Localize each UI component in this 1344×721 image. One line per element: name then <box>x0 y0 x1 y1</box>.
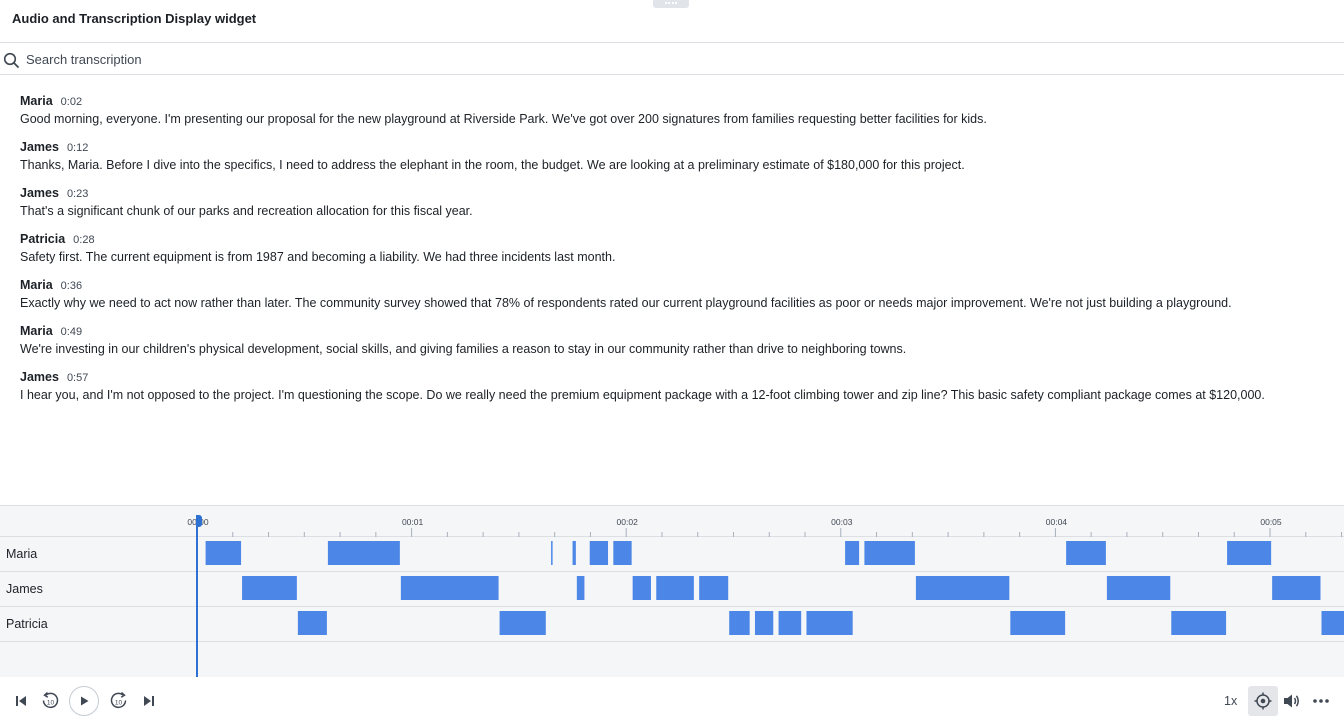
speaker-name: Maria <box>20 278 53 292</box>
playhead-handle[interactable] <box>196 515 202 527</box>
transcript-entry[interactable]: Maria 0:36 Exactly why we need to act now… <box>0 276 1344 312</box>
rewind-10-icon: 10 <box>42 691 59 709</box>
transcript-entry[interactable]: James 0:12 Thanks, Maria. Before I dive i… <box>0 138 1344 174</box>
speech-segment-patricia[interactable] <box>729 611 750 635</box>
speech-segment-patricia[interactable] <box>1171 611 1227 635</box>
speech-segment-maria[interactable] <box>572 541 576 565</box>
skip-to-start-icon <box>16 696 26 706</box>
utterance-text: That's a significant chunk of our parks … <box>20 204 473 218</box>
speaker-name: James <box>20 370 59 384</box>
rewind-seconds-label: 10 <box>47 700 55 707</box>
timestamp[interactable]: 0:36 <box>61 280 82 292</box>
timestamp[interactable]: 0:57 <box>67 372 88 384</box>
speech-segment-james[interactable] <box>576 576 585 600</box>
speech-segment-james[interactable] <box>915 576 1010 600</box>
timestamp[interactable]: 0:28 <box>73 234 94 246</box>
timestamp[interactable]: 0:23 <box>67 188 88 200</box>
forward-10-icon: 10 <box>110 691 127 709</box>
widget-header: Audio and Transcription Display widget <box>0 0 1344 43</box>
timestamp[interactable]: 0:02 <box>61 96 82 108</box>
utterance-text: Thanks, Maria. Before I dive into the sp… <box>20 158 965 172</box>
locate-playhead-icon <box>1254 692 1272 710</box>
transcript-entry[interactable]: Patricia 0:28 Safety first. The current e… <box>0 230 1344 266</box>
play-icon <box>81 696 89 706</box>
transcript-entry[interactable]: James 0:57 I hear you, and I'm not oppose… <box>0 368 1344 404</box>
playback-controls: 10 10 1x <box>0 681 1344 721</box>
speech-segment-patricia[interactable] <box>754 611 774 635</box>
volume-icon <box>1284 694 1299 708</box>
skip-to-end-icon <box>144 696 154 706</box>
speaker-name: Maria <box>20 94 53 108</box>
speech-segment-maria[interactable] <box>205 541 242 565</box>
speech-segment-patricia[interactable] <box>1010 611 1066 635</box>
widget-title: Audio and Transcription Display widget <box>12 11 257 26</box>
transcript-entry[interactable]: James 0:23 That's a significant chunk of … <box>0 184 1344 220</box>
forward-seconds-label: 10 <box>115 700 123 707</box>
transcript-entry[interactable]: Maria 0:49 We're investing in our childre… <box>0 322 1344 358</box>
speaker-name: Maria <box>20 324 53 338</box>
locate-playhead-button[interactable] <box>1248 686 1278 716</box>
speech-segment-james[interactable] <box>1272 576 1321 600</box>
volume-button[interactable] <box>1282 692 1302 710</box>
speech-segments <box>205 541 1344 635</box>
speech-segment-maria[interactable] <box>845 541 860 565</box>
more-options-icon <box>1313 699 1329 703</box>
speech-segment-james[interactable] <box>1106 576 1171 600</box>
speech-segment-james[interactable] <box>242 576 297 600</box>
speech-segment-patricia[interactable] <box>806 611 853 635</box>
speaker-name: Patricia <box>20 232 66 246</box>
transcript-list: Maria 0:02 Good morning, everyone. I'm pr… <box>0 92 1344 504</box>
skip-to-end-button[interactable] <box>140 692 158 710</box>
speech-segment-james[interactable] <box>400 576 499 600</box>
playback-speed-button[interactable]: 1x <box>1224 694 1237 708</box>
search-icon <box>3 52 19 68</box>
forward-10-button[interactable]: 10 <box>109 691 129 711</box>
utterance-text: We're investing in our children's physic… <box>20 342 907 356</box>
more-options-button[interactable] <box>1310 692 1332 710</box>
speech-segment-patricia[interactable] <box>778 611 802 635</box>
speaker-name: James <box>20 140 59 154</box>
utterance-text: Exactly why we need to act now rather th… <box>20 296 1232 310</box>
speech-segment-maria[interactable] <box>1227 541 1272 565</box>
utterance-text: Safety first. The current equipment is f… <box>20 250 616 264</box>
rewind-10-button[interactable]: 10 <box>40 691 60 711</box>
speaker-name: James <box>20 186 59 200</box>
speech-segment-james[interactable] <box>656 576 694 600</box>
speech-segment-james[interactable] <box>699 576 729 600</box>
utterance-text: I hear you, and I'm not opposed to the p… <box>20 388 1265 402</box>
timestamp[interactable]: 0:49 <box>61 326 82 338</box>
speaker-timeline[interactable]: 00:0000:0100:0200:0300:0400:05 Maria Jam… <box>0 505 1344 677</box>
playhead[interactable] <box>196 515 198 677</box>
play-button[interactable] <box>69 686 99 716</box>
speech-segment-maria[interactable] <box>864 541 915 565</box>
timestamp[interactable]: 0:12 <box>67 142 88 154</box>
speech-segment-maria[interactable] <box>327 541 400 565</box>
transcript-entry[interactable]: Maria 0:02 Good morning, everyone. I'm pr… <box>0 92 1344 128</box>
speech-segment-maria[interactable] <box>1066 541 1106 565</box>
speech-segment-patricia[interactable] <box>499 611 546 635</box>
speech-segment-maria[interactable] <box>613 541 632 565</box>
speech-segment-patricia[interactable] <box>1321 611 1344 635</box>
speech-segment-james[interactable] <box>632 576 651 600</box>
search-bar <box>0 44 1344 75</box>
skip-to-start-button[interactable] <box>12 692 30 710</box>
speech-segment-patricia[interactable] <box>297 611 327 635</box>
speech-segment-maria[interactable] <box>589 541 609 565</box>
search-input[interactable] <box>24 48 628 70</box>
utterance-text: Good morning, everyone. I'm presenting o… <box>20 112 987 126</box>
speech-segment-maria[interactable] <box>551 541 553 565</box>
